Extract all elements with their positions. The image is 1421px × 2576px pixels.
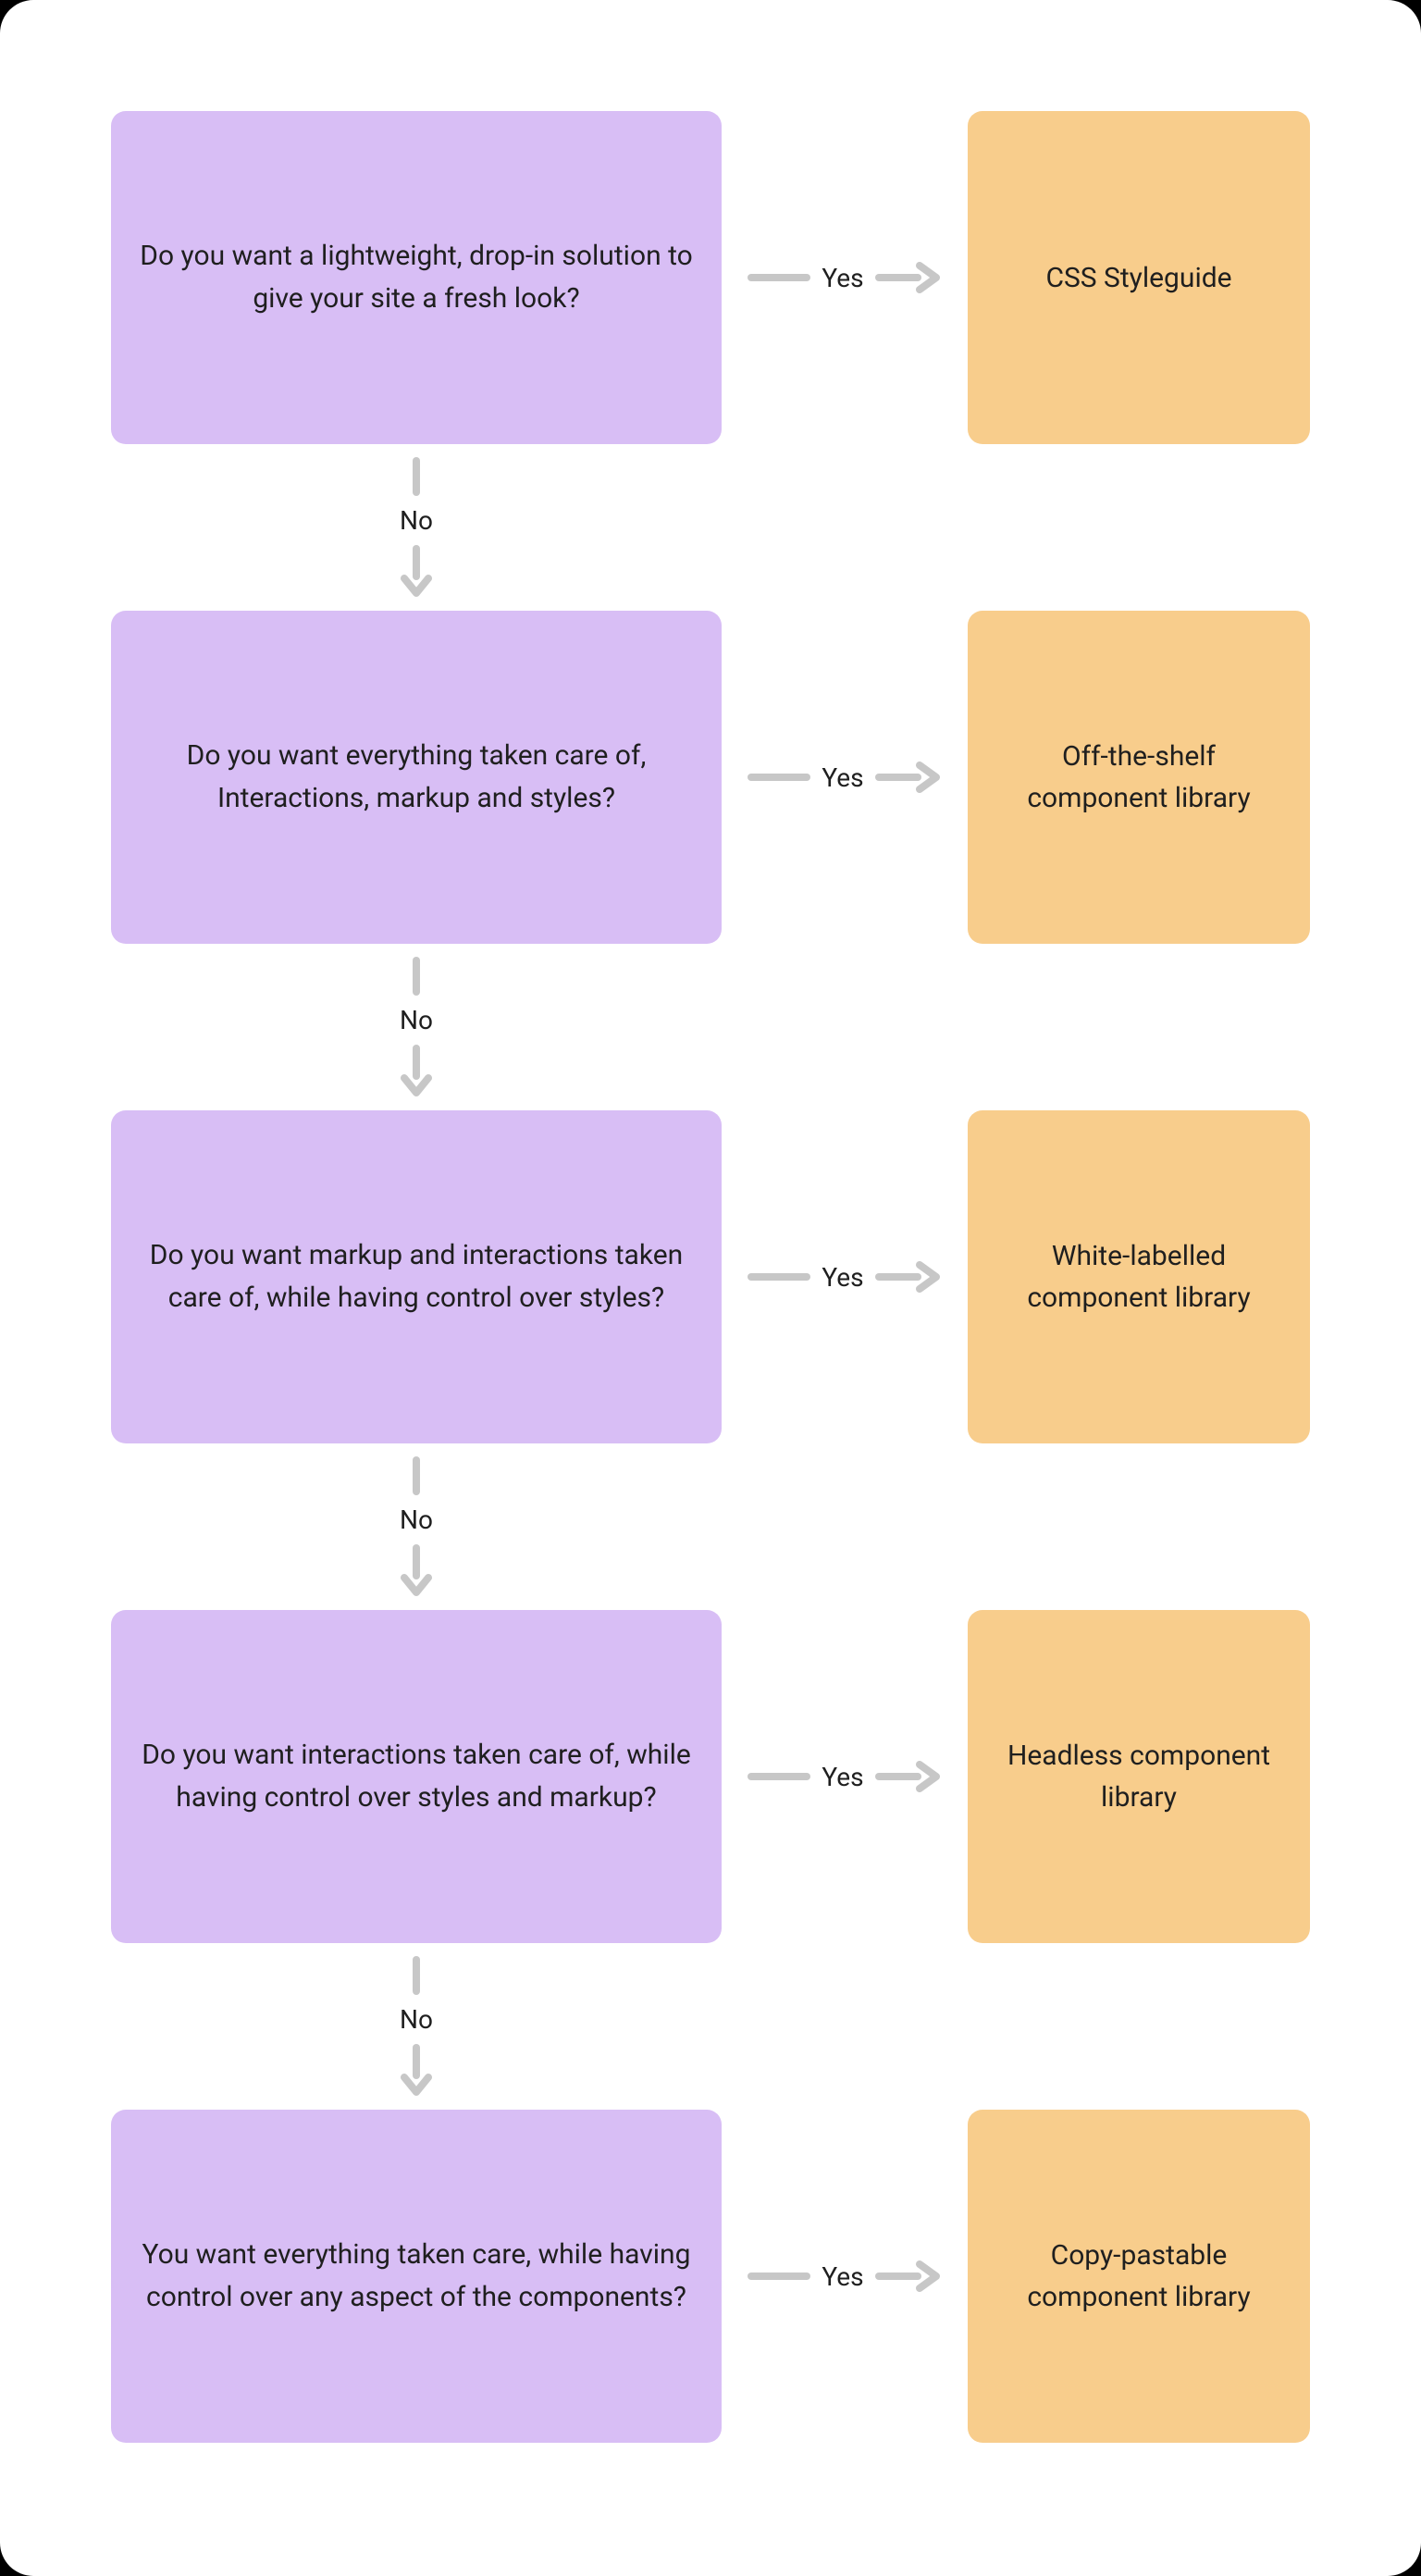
yes-label: Yes [822, 1262, 863, 1293]
no-edge: No [111, 444, 722, 611]
yes-label: Yes [822, 2261, 863, 2292]
result-node: Copy-pastable component library [968, 2110, 1310, 2443]
yes-label: Yes [822, 1762, 863, 1792]
flow-row: You want everything taken care, while ha… [111, 2110, 1310, 2443]
arrow-right-icon [875, 1261, 942, 1293]
arrow-line-icon [413, 957, 420, 996]
arrow-line-icon [413, 1456, 420, 1495]
arrow-line-icon [748, 774, 810, 781]
no-label: No [400, 2004, 433, 2035]
question-node: Do you want markup and interactions take… [111, 1110, 722, 1443]
arrow-right-icon [875, 262, 942, 293]
result-node: CSS Styleguide [968, 111, 1310, 444]
question-node: Do you want interactions taken care of, … [111, 1610, 722, 1943]
decision-flowchart: Do you want a lightweight, drop-in solut… [111, 111, 1310, 2465]
no-label: No [400, 505, 433, 536]
question-node: Do you want everything taken care of, In… [111, 611, 722, 944]
arrow-right-icon [875, 762, 942, 793]
arrow-line-icon [748, 2273, 810, 2280]
yes-edge: Yes [722, 611, 968, 944]
no-label: No [400, 1505, 433, 1535]
arrow-line-icon [748, 1773, 810, 1780]
flow-row: Do you want everything taken care of, In… [111, 611, 1310, 944]
result-node: Headless component library [968, 1610, 1310, 1943]
flow-row: Do you want a lightweight, drop-in solut… [111, 111, 1310, 444]
arrow-down-icon [401, 2044, 432, 2098]
arrow-line-icon [413, 457, 420, 496]
yes-label: Yes [822, 762, 863, 793]
yes-edge: Yes [722, 1610, 968, 1943]
arrow-line-icon [748, 274, 810, 281]
arrow-down-icon [401, 1544, 432, 1598]
no-edge: No [111, 1943, 722, 2110]
yes-edge: Yes [722, 1110, 968, 1443]
arrow-right-icon [875, 2260, 942, 2292]
yes-label: Yes [822, 263, 863, 293]
arrow-right-icon [875, 1761, 942, 1792]
arrow-down-icon [401, 545, 432, 599]
yes-edge: Yes [722, 2110, 968, 2443]
arrow-line-icon [413, 1956, 420, 1995]
arrow-down-icon [401, 1045, 432, 1098]
yes-edge: Yes [722, 111, 968, 444]
arrow-line-icon [748, 1273, 810, 1281]
page: Do you want a lightweight, drop-in solut… [0, 0, 1421, 2576]
flow-row: Do you want interactions taken care of, … [111, 1610, 1310, 1943]
no-label: No [400, 1005, 433, 1035]
question-node: Do you want a lightweight, drop-in solut… [111, 111, 722, 444]
no-edge: No [111, 1443, 722, 1610]
result-node: Off-the-shelf component library [968, 611, 1310, 944]
question-node: You want everything taken care, while ha… [111, 2110, 722, 2443]
no-edge: No [111, 944, 722, 1110]
flow-row: Do you want markup and interactions take… [111, 1110, 1310, 1443]
result-node: White-labelled component library [968, 1110, 1310, 1443]
